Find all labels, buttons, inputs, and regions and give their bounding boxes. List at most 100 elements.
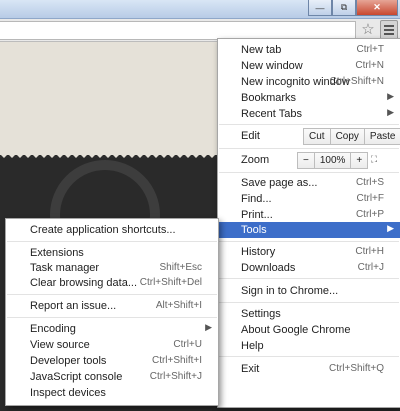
menu-item-label: Print... xyxy=(241,209,273,221)
menu-item-sign-in[interactable]: Sign in to Chrome... xyxy=(218,283,400,299)
menu-item-label: Developer tools xyxy=(30,355,107,367)
menu-item-shortcut: Ctrl+N xyxy=(355,60,384,71)
menu-item-label: Clear browsing data... xyxy=(30,277,137,289)
menu-item-label: Sign in to Chrome... xyxy=(241,285,339,297)
chrome-main-menu: New tab Ctrl+T New window Ctrl+N New inc… xyxy=(217,38,400,408)
close-button[interactable]: ✕ xyxy=(356,0,398,16)
window-titlebar: — ⧉ ✕ xyxy=(0,0,400,19)
menu-item-label: Edit xyxy=(241,130,260,142)
minimize-button[interactable]: — xyxy=(308,0,332,16)
menu-item-shortcut: Alt+Shift+I xyxy=(155,300,202,311)
menu-item-new-incognito[interactable]: New incognito window Ctrl+Shift+N xyxy=(218,74,400,90)
menu-item-shortcut: Ctrl+Shift+I xyxy=(151,355,202,366)
star-icon[interactable]: ☆ xyxy=(360,21,376,39)
chrome-menu-button[interactable] xyxy=(380,20,398,40)
fullscreen-icon[interactable]: ⛶ xyxy=(359,152,389,167)
menu-item-shortcut: Ctrl+Shift+J xyxy=(149,371,202,382)
menu-item-developer-tools[interactable]: Developer tools Ctrl+Shift+I xyxy=(6,353,218,369)
menu-item-label: Extensions xyxy=(30,247,84,259)
menu-item-label: New window xyxy=(241,60,303,72)
menu-separator xyxy=(219,356,399,357)
menu-item-shortcut: Ctrl+Shift+Del xyxy=(139,277,202,288)
menu-bar-icon xyxy=(384,25,394,27)
menu-item-label: Exit xyxy=(241,363,260,375)
menu-item-bookmarks[interactable]: Bookmarks ▶ xyxy=(218,90,400,106)
menu-item-view-source[interactable]: View source Ctrl+U xyxy=(6,337,218,353)
menu-item-label: Report an issue... xyxy=(30,300,117,312)
menu-item-label: Task manager xyxy=(30,262,100,274)
menu-item-new-window[interactable]: New window Ctrl+N xyxy=(218,58,400,74)
zoom-controls: − 100% + xyxy=(297,152,369,169)
menu-item-create-shortcuts[interactable]: Create application shortcuts... xyxy=(6,222,218,238)
menu-item-label: Downloads xyxy=(241,262,296,274)
submenu-arrow-icon: ▶ xyxy=(387,223,394,233)
tools-submenu: Create application shortcuts... Extensio… xyxy=(5,218,219,406)
menu-item-shortcut: Ctrl+P xyxy=(355,209,384,220)
menu-item-encoding[interactable]: Encoding ▶ xyxy=(6,321,218,337)
menu-item-shortcut: Ctrl+U xyxy=(173,339,202,350)
menu-item-tools[interactable]: Tools ▶ xyxy=(218,222,400,238)
menu-item-shortcut: Ctrl+H xyxy=(355,246,384,257)
menu-separator xyxy=(7,294,217,295)
menu-item-label: Inspect devices xyxy=(30,387,106,399)
menu-item-new-tab[interactable]: New tab Ctrl+T xyxy=(218,42,400,58)
menu-item-task-manager[interactable]: Task manager Shift+Esc xyxy=(6,260,218,276)
menu-item-label: View source xyxy=(30,339,90,351)
maximize-button[interactable]: ⧉ xyxy=(332,0,356,16)
menu-item-label: Bookmarks xyxy=(241,92,297,104)
paste-button[interactable]: Paste xyxy=(363,128,400,145)
menu-item-label: Recent Tabs xyxy=(241,108,302,120)
menu-item-shortcut: Ctrl+S xyxy=(355,177,384,188)
submenu-arrow-icon: ▶ xyxy=(387,107,394,117)
cut-button[interactable]: Cut xyxy=(303,128,331,145)
menu-item-label: Find... xyxy=(241,193,272,205)
menu-item-report-issue[interactable]: Report an issue... Alt+Shift+I xyxy=(6,298,218,314)
menu-item-shortcut: Ctrl+Shift+Q xyxy=(328,363,384,374)
menu-item-shortcut: Ctrl+Shift+N xyxy=(329,76,384,87)
menu-separator xyxy=(219,148,399,149)
menu-item-help[interactable]: Help xyxy=(218,338,400,354)
zoom-level: 100% xyxy=(313,152,352,169)
menu-row-edit: Edit Cut Copy Paste xyxy=(218,128,400,145)
menu-separator xyxy=(219,124,399,125)
menu-item-save-page[interactable]: Save page as... Ctrl+S xyxy=(218,175,400,191)
menu-item-inspect-devices[interactable]: Inspect devices xyxy=(6,385,218,401)
menu-item-downloads[interactable]: Downloads Ctrl+J xyxy=(218,260,400,276)
menu-item-label: Save page as... xyxy=(241,177,318,189)
menu-bar-icon xyxy=(384,29,394,31)
menu-item-extensions[interactable]: Extensions xyxy=(6,245,218,261)
menu-item-label: Create application shortcuts... xyxy=(30,224,176,236)
menu-item-settings[interactable]: Settings xyxy=(218,306,400,322)
menu-item-find[interactable]: Find... Ctrl+F xyxy=(218,191,400,207)
menu-separator xyxy=(7,317,217,318)
edit-buttons: Cut Copy Paste xyxy=(303,128,400,145)
menu-item-label: New tab xyxy=(241,44,282,56)
copy-button[interactable]: Copy xyxy=(329,128,365,145)
menu-separator xyxy=(219,172,399,173)
menu-item-recent-tabs[interactable]: Recent Tabs ▶ xyxy=(218,106,400,122)
window-controls: — ⧉ ✕ xyxy=(308,0,398,16)
menu-item-shortcut: Shift+Esc xyxy=(159,262,202,273)
menu-item-label: JavaScript console xyxy=(30,371,123,383)
menu-item-label: Encoding xyxy=(30,323,76,335)
menu-bar-icon xyxy=(384,33,394,35)
menu-item-clear-browsing-data[interactable]: Clear browsing data... Ctrl+Shift+Del xyxy=(6,275,218,291)
menu-item-shortcut: Ctrl+J xyxy=(357,262,384,273)
menu-item-print[interactable]: Print... Ctrl+P xyxy=(218,207,400,223)
menu-item-javascript-console[interactable]: JavaScript console Ctrl+Shift+J xyxy=(6,369,218,385)
menu-item-exit[interactable]: Exit Ctrl+Shift+Q xyxy=(218,361,400,377)
submenu-arrow-icon: ▶ xyxy=(387,91,394,101)
zoom-out-button[interactable]: − xyxy=(297,152,315,169)
menu-item-about[interactable]: About Google Chrome xyxy=(218,322,400,338)
menu-item-label: About Google Chrome xyxy=(241,324,351,336)
menu-item-label: History xyxy=(241,246,276,258)
menu-item-label: Settings xyxy=(241,308,281,320)
menu-item-history[interactable]: History Ctrl+H xyxy=(218,244,400,260)
menu-item-label: Zoom xyxy=(241,154,270,166)
menu-row-zoom: Zoom − 100% + ⛶ xyxy=(218,152,400,169)
menu-item-shortcut: Ctrl+T xyxy=(356,44,385,55)
menu-item-label: Tools xyxy=(241,224,267,236)
menu-separator xyxy=(219,278,399,279)
submenu-arrow-icon: ▶ xyxy=(205,322,212,332)
menu-separator xyxy=(219,302,399,303)
